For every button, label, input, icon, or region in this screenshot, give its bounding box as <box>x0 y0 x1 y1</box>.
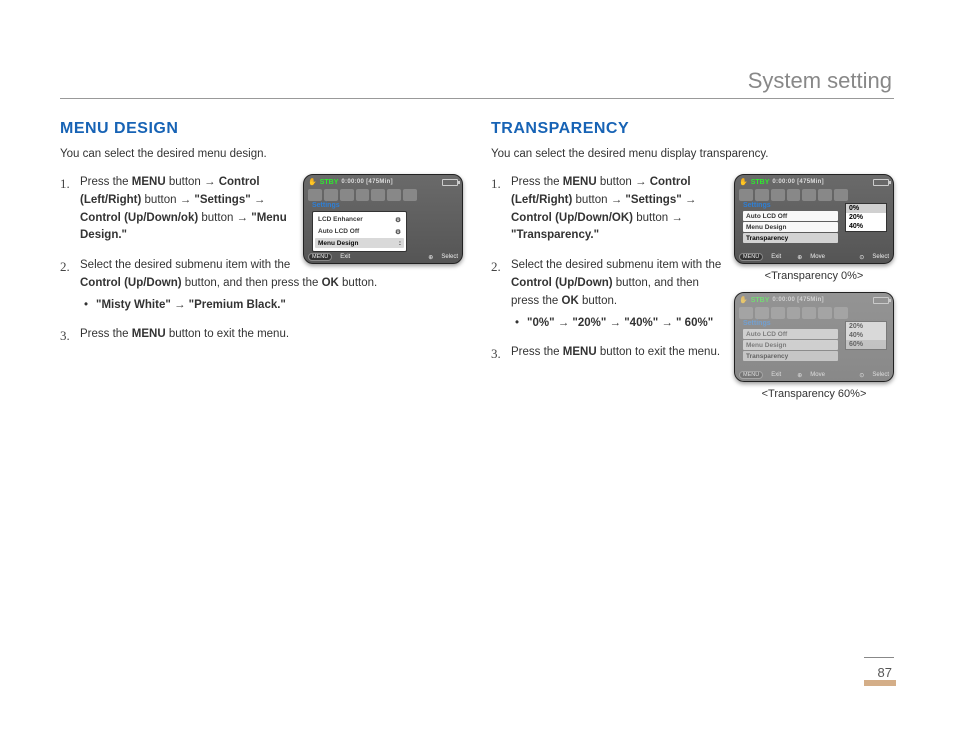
page-header: System setting <box>748 68 892 94</box>
column-menu-design: MENU DESIGN You can select the desired m… <box>60 120 463 410</box>
bullet: "Misty White" → "Premium Black." <box>84 297 463 314</box>
popup-option: 40% <box>846 331 886 340</box>
step-1: Press the MENU button → Control (Left/Ri… <box>60 174 463 245</box>
intro-transparency: You can select the desired menu display … <box>491 148 894 160</box>
move-icon: ⊕ <box>797 372 802 379</box>
caption-60: <Transparency 60%> <box>734 388 894 400</box>
menu-tag: MENU <box>739 371 763 379</box>
column-transparency: TRANSPARENCY You can select the desired … <box>491 120 894 410</box>
exit-label: Exit <box>771 372 781 378</box>
step-2: Select the desired submenu item with the… <box>491 257 894 332</box>
shot-footer: MENU Exit ⊕ Move ⊙ Select <box>739 371 889 379</box>
bullet: "0%" → "20%" → "40%" → " 60%" <box>515 315 894 332</box>
heading-transparency: TRANSPARENCY <box>491 120 894 138</box>
step-3: Press the MENU button to exit the menu. <box>491 344 894 362</box>
page-tab <box>864 680 896 686</box>
page-num-rule <box>864 657 894 658</box>
intro-menu-design: You can select the desired menu design. <box>60 148 463 160</box>
select-label: Select <box>872 372 889 378</box>
select-icon: ⊙ <box>859 372 864 379</box>
page-number: 87 <box>878 665 892 680</box>
move-label: Move <box>810 372 825 378</box>
step-1: Press the MENU button → Control (Left/Ri… <box>491 174 894 245</box>
steps-menu-design: Press the MENU button → Control (Left/Ri… <box>60 174 463 344</box>
step-3: Press the MENU button to exit the menu. <box>60 326 463 344</box>
heading-menu-design: MENU DESIGN <box>60 120 463 138</box>
header-rule <box>60 98 894 99</box>
step-2: Select the desired submenu item with the… <box>60 257 463 314</box>
